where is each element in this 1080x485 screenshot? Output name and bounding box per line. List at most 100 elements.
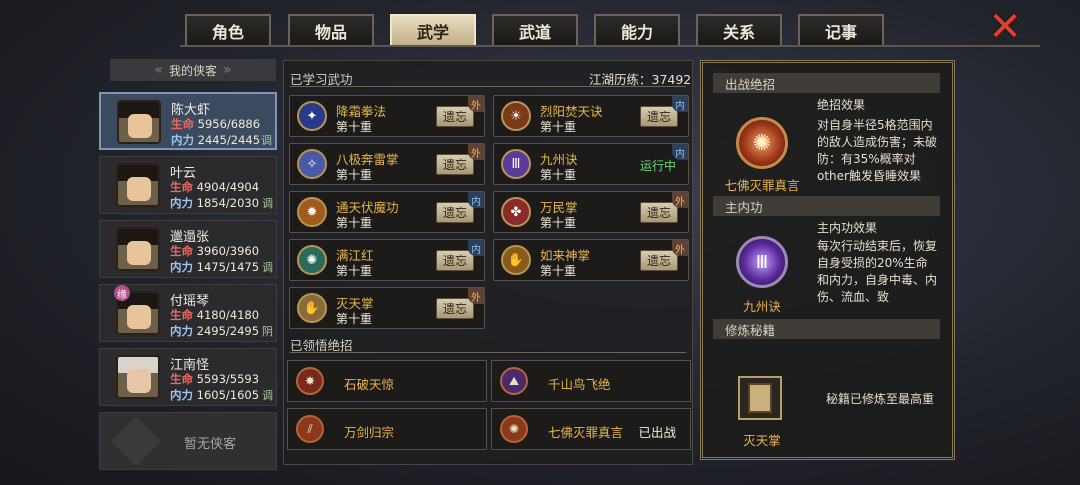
chevron-right-icon: » — [223, 62, 232, 78]
hero-mp: 内力 1854/2030 — [170, 196, 260, 210]
tab-journal[interactable]: 记事 — [798, 14, 884, 46]
tab-martial-arts[interactable]: 武学 — [390, 14, 476, 46]
skill-icon: ✋ — [297, 293, 327, 323]
skill-icon: ✤ — [501, 197, 531, 227]
skill-level: 第十重 — [336, 168, 373, 182]
skill-card[interactable]: ✹ 通天伏魔功 第十重 遗忘 内 — [289, 191, 485, 233]
affinity-badge: 缘 — [114, 285, 130, 301]
hero-card[interactable]: 江南怪 生命 5593/5593 内力 1605/1605 调 — [99, 348, 277, 406]
skill-icon: ✺ — [297, 245, 327, 275]
tab-abilities[interactable]: 能力 — [594, 14, 680, 46]
manual-name: 灭天掌 — [743, 433, 781, 448]
empty-hero-slot: 暂无侠客 — [99, 412, 277, 470]
hero-tag: 调 — [262, 197, 273, 210]
ultimate-icon: ⛰ — [500, 367, 528, 395]
skill-level: 第十重 — [336, 120, 373, 134]
section-divider — [290, 86, 686, 87]
hero-card[interactable]: 缘 付瑶琴 生命 4180/4180 内力 2495/2495 阴 — [99, 284, 277, 342]
skill-icon: ☀ — [501, 101, 531, 131]
hero-card[interactable]: 叶云 生命 4904/4904 内力 1854/2030 调 — [99, 156, 277, 214]
skill-type-tag: 内 — [672, 96, 688, 112]
forget-button[interactable]: 遗忘 — [436, 154, 474, 175]
skill-card[interactable]: ✋ 如来神掌 第十重 遗忘 外 — [493, 239, 689, 281]
skill-icon: ✋ — [501, 245, 531, 275]
ultimate-name: 石破天惊 — [344, 377, 395, 392]
skill-card[interactable]: Ⅲ 九州诀 第十重 运行中 内 — [493, 143, 689, 185]
ultimate-icon: ✸ — [296, 367, 324, 395]
skill-level: 第十重 — [336, 216, 373, 230]
tab-relations[interactable]: 关系 — [696, 14, 782, 46]
manual-status: 秘籍已修炼至最高重 — [826, 392, 935, 406]
skill-icon: Ⅲ — [501, 149, 531, 179]
hero-hp: 生命 4904/4904 — [170, 180, 260, 194]
skill-card[interactable]: ✺ 满江红 第十重 遗忘 内 — [289, 239, 485, 281]
skill-level: 第十重 — [336, 264, 373, 278]
skill-card[interactable]: ✋ 灭天掌 第十重 遗忘 外 — [289, 287, 485, 329]
skill-card[interactable]: ☀ 烈阳焚天诀 第十重 遗忘 内 — [493, 95, 689, 137]
avatar — [116, 227, 160, 271]
ultimate-deployed-name: 七佛灭罪真言 — [724, 178, 800, 193]
hero-card[interactable]: 邋遢张 生命 3960/3960 内力 1475/1475 调 — [99, 220, 277, 278]
skill-type-tag: 外 — [672, 192, 688, 208]
forget-button[interactable]: 遗忘 — [640, 202, 678, 223]
ultimate-effect-text: 对自身半径5格范围内的敌人造成伤害；未破防：有35%概率对other触发昏睡效果 — [817, 118, 938, 183]
chevron-left-icon: « — [154, 62, 163, 78]
skill-level: 第十重 — [540, 216, 577, 230]
hero-mp: 内力 2495/2495 — [170, 324, 260, 338]
hero-mp: 内力 2445/2445 — [171, 133, 261, 147]
forget-button[interactable]: 遗忘 — [640, 250, 678, 271]
skill-icon: ✧ — [297, 149, 327, 179]
hero-mp: 内力 1475/1475 — [170, 260, 260, 274]
skill-type-tag: 外 — [468, 288, 484, 304]
ultimate-name: 七佛灭罪真言 — [548, 425, 624, 440]
empty-silhouette-icon — [111, 416, 161, 466]
forget-button[interactable]: 遗忘 — [436, 250, 474, 271]
hero-hp: 生命 5956/6886 — [171, 117, 261, 131]
skill-card[interactable]: ✤ 万民掌 第十重 遗忘 外 — [493, 191, 689, 233]
forget-button[interactable]: 遗忘 — [436, 298, 474, 319]
manual-book-icon[interactable] — [738, 376, 782, 420]
forget-button[interactable]: 遗忘 — [436, 106, 474, 127]
ultimate-section-head: 出战绝招 — [713, 73, 940, 93]
close-icon[interactable]: ✕ — [986, 7, 1024, 47]
skill-card[interactable]: ✦ 降霜拳法 第十重 遗忘 外 — [289, 95, 485, 137]
skill-type-tag: 外 — [672, 240, 688, 256]
hero-card[interactable]: 陈大虾 生命 5956/6886 内力 2445/2445 调 — [99, 92, 277, 150]
section-divider — [290, 352, 686, 353]
ultimate-card[interactable]: ✸ 石破天惊 — [287, 360, 487, 402]
avatar — [117, 100, 161, 144]
running-status: 运行中 — [639, 159, 676, 173]
skill-type-tag: 内 — [672, 144, 688, 160]
tab-divider — [180, 45, 1040, 47]
ultimate-name: 千山鸟飞绝 — [548, 377, 611, 392]
empty-slot-label: 暂无侠客 — [184, 437, 237, 452]
ultimate-icon: ⫽ — [296, 415, 324, 443]
inner-effect-title: 主内功效果 — [817, 221, 878, 235]
ultimate-card[interactable]: ⛰ 千山鸟飞绝 — [491, 360, 691, 402]
tab-martial-way[interactable]: 武道 — [492, 14, 578, 46]
avatar — [116, 355, 160, 399]
ultimate-effect-title: 绝招效果 — [817, 98, 866, 112]
skill-icon: ✦ — [297, 101, 327, 131]
tab-character[interactable]: 角色 — [185, 14, 271, 46]
skill-type-tag: 内 — [468, 192, 484, 208]
manual-section-head: 修炼秘籍 — [713, 319, 940, 339]
skill-level: 第十重 — [336, 312, 373, 326]
skill-level: 第十重 — [540, 120, 577, 134]
ultimate-name: 万剑归宗 — [344, 425, 395, 440]
hero-tag: 调 — [261, 134, 272, 147]
inner-skill-name: 九州诀 — [743, 299, 781, 314]
skill-type-tag: 内 — [468, 240, 484, 256]
inner-effect-text: 每次行动结束后，恢复自身受损的20%生命和内力，自身中毒、内伤、流血、致 — [817, 239, 938, 304]
skill-card[interactable]: ✧ 八极奔雷掌 第十重 遗忘 外 — [289, 143, 485, 185]
tab-items[interactable]: 物品 — [288, 14, 374, 46]
ultimate-card[interactable]: ✺ 七佛灭罪真言 已出战 — [491, 408, 691, 450]
skill-type-tag: 外 — [468, 96, 484, 112]
hero-hp: 生命 4180/4180 — [170, 308, 260, 322]
forget-button[interactable]: 遗忘 — [640, 106, 678, 127]
forget-button[interactable]: 遗忘 — [436, 202, 474, 223]
avatar — [116, 163, 160, 207]
ultimate-card[interactable]: ⫽ 万剑归宗 — [287, 408, 487, 450]
ultimate-medal-icon[interactable]: ✺ — [736, 117, 788, 169]
inner-skill-medal-icon[interactable]: Ⅲ — [736, 236, 788, 288]
